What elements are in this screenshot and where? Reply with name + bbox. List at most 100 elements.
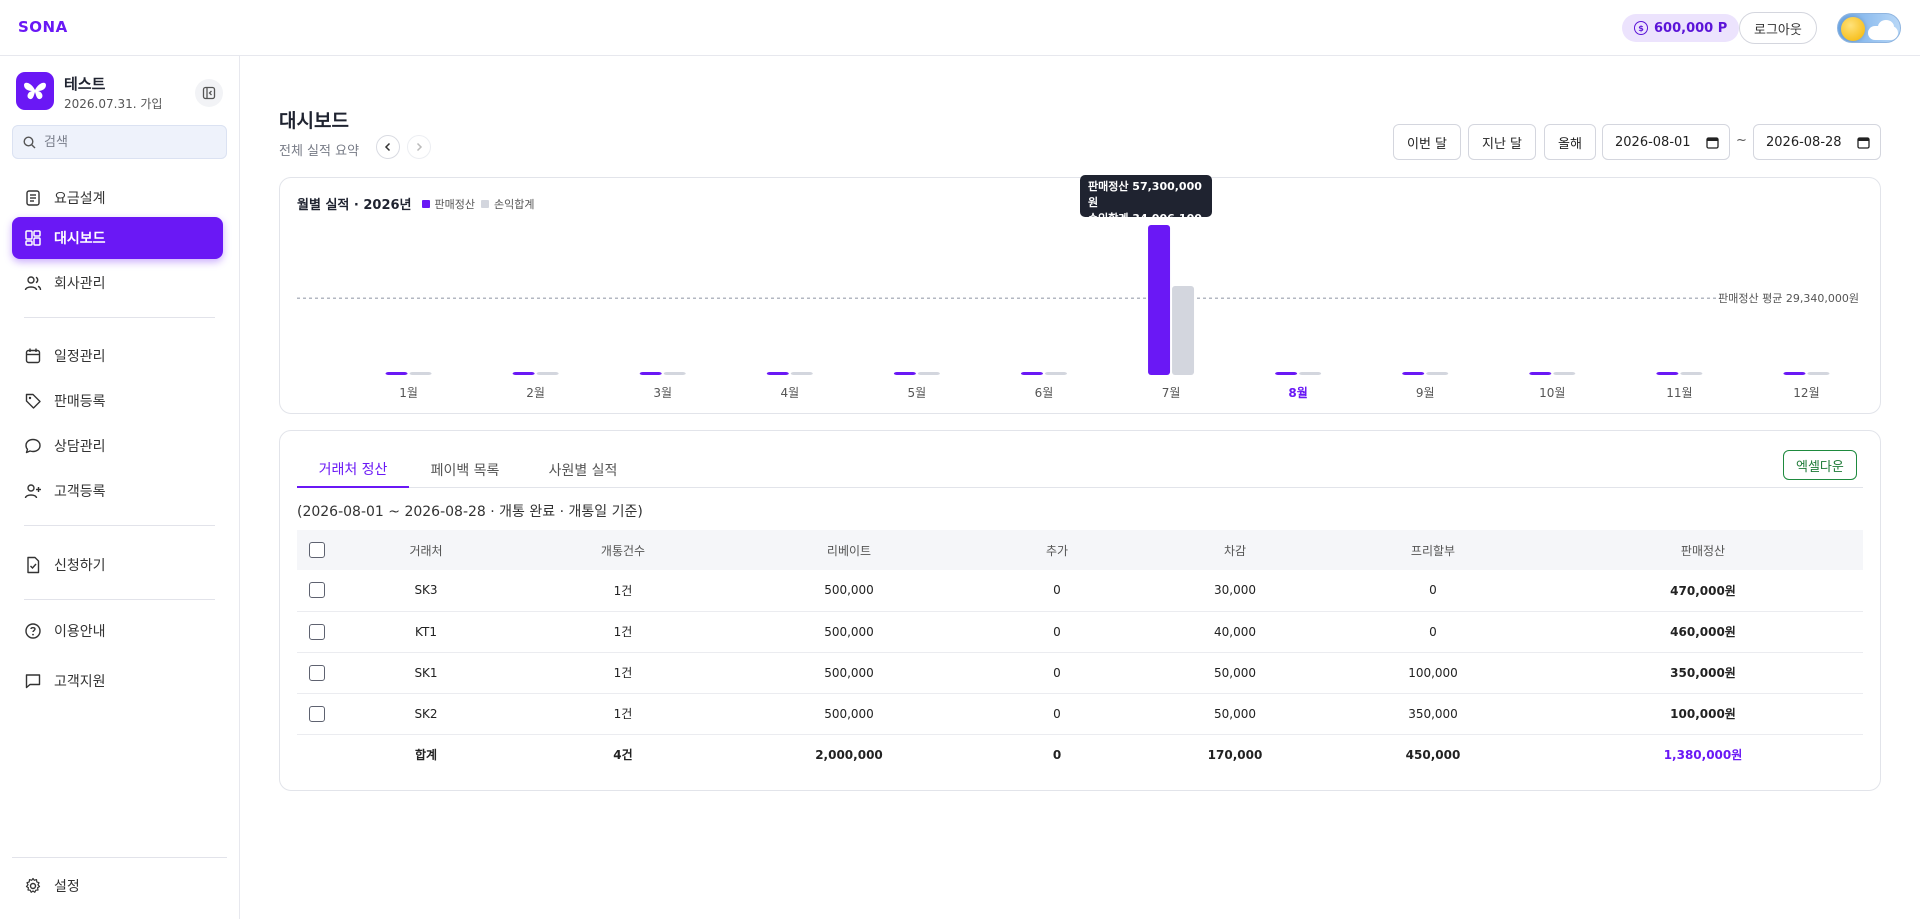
x-tick-label: 11월 <box>1666 386 1692 400</box>
sidebar-item-consult[interactable]: 상담관리 <box>12 426 223 466</box>
x-tick-label: 7월 <box>1162 386 1181 400</box>
bar-profit <box>1299 372 1322 375</box>
bar-profit <box>1044 372 1067 375</box>
sidebar-item-guide[interactable]: 이용안내 <box>12 611 223 651</box>
theme-toggle[interactable] <box>1837 13 1901 43</box>
table-row[interactable]: KT1 1건 500,000 0 40,000 0 460,000원 <box>297 611 1863 653</box>
row-checkbox[interactable] <box>309 623 325 640</box>
logout-button[interactable]: 로그아웃 <box>1739 12 1817 44</box>
total-cell: 170,000 <box>1147 733 1323 775</box>
search-icon <box>23 135 36 148</box>
tab-payback-list[interactable]: 페이백 목록 <box>409 451 521 488</box>
row-checkbox[interactable] <box>309 582 325 599</box>
table-cell: 500,000 <box>731 693 967 735</box>
x-tick-label: 2월 <box>526 386 545 400</box>
table-cell: 40,000 <box>1147 611 1323 653</box>
collapse-icon <box>202 86 216 100</box>
row-checkbox[interactable] <box>309 664 325 681</box>
column-header: 거래처 <box>337 530 515 570</box>
sidebar-item-sales[interactable]: 판매등록 <box>12 381 223 421</box>
profile: 테스트 2026.07.31. 가입 <box>16 72 224 114</box>
last-month-button[interactable]: 지난 달 <box>1468 124 1537 160</box>
table-row[interactable]: SK2 1건 500,000 0 50,000 350,000 100,000원 <box>297 693 1863 735</box>
user-plus-icon <box>24 484 41 499</box>
x-tick-label: 12월 <box>1793 386 1819 400</box>
sun-icon <box>1841 17 1865 41</box>
legend-label: 판매정산 <box>434 197 475 211</box>
column-header: 차감 <box>1147 530 1323 570</box>
chart-title: 월별 실적 · 2026년 <box>297 198 412 213</box>
tooltip-line: 판매정산 57,300,000원 <box>1088 180 1202 209</box>
row-checkbox[interactable] <box>309 705 325 722</box>
this-year-button[interactable]: 올해 <box>1544 124 1596 160</box>
chart-tooltip: 판매정산 57,300,000원 손익합계 34,006,100원 <box>1080 175 1212 241</box>
table-row[interactable]: SK1 1건 500,000 0 50,000 100,000 350,000원 <box>297 652 1863 694</box>
sidebar: 테스트 2026.07.31. 가입 요금설계 대시보드 회사관리 일정관리 판… <box>0 56 240 919</box>
select-all-checkbox[interactable] <box>309 542 325 558</box>
table-cell: 30,000 <box>1147 570 1323 612</box>
bar-sales <box>1148 225 1171 375</box>
date-to-input[interactable]: 2026-08-28 <box>1753 124 1881 160</box>
tab-vendor-settlement[interactable]: 거래처 정산 <box>297 451 409 488</box>
calendar-icon[interactable] <box>1706 136 1719 149</box>
bar-profit <box>536 372 559 375</box>
search-box[interactable] <box>12 125 227 159</box>
sidebar-item-label: 회사관리 <box>54 276 106 292</box>
sidebar-item-schedule[interactable]: 일정관리 <box>12 336 223 376</box>
coin-icon: $ <box>1634 21 1648 35</box>
gear-icon <box>25 877 41 893</box>
settlement-card: 거래처 정산 페이백 목록 사원별 실적 엑셀다운 (2026-08-01 ~ … <box>279 430 1881 791</box>
column-header: 판매정산 <box>1543 530 1863 570</box>
table-cell: SK1 <box>337 652 515 694</box>
sidebar-item-company[interactable]: 회사관리 <box>12 263 223 303</box>
table-cell: 350,000 <box>1323 693 1543 735</box>
column-header: 리베이트 <box>731 530 967 570</box>
date-from-input[interactable]: 2026-08-01 <box>1602 124 1730 160</box>
table-cell: 100,000 <box>1323 652 1543 694</box>
sidebar-item-pricing[interactable]: 요금설계 <box>12 178 223 218</box>
total-cell: 2,000,000 <box>731 733 967 775</box>
legend-label: 손익합계 <box>493 197 535 211</box>
table-cell: 470,000원 <box>1543 570 1863 612</box>
prev-button[interactable] <box>376 135 400 159</box>
sidebar-item-label: 상담관리 <box>54 439 106 455</box>
x-tick-label: 5월 <box>908 386 927 400</box>
bar-profit <box>663 372 686 375</box>
table-cell: 350,000원 <box>1543 652 1863 694</box>
total-cell: 1,380,000원 <box>1543 733 1863 775</box>
search-input[interactable] <box>44 134 204 150</box>
total-cell: 합계 <box>337 733 515 775</box>
document-icon <box>26 190 40 206</box>
table-cell: 0 <box>1323 570 1543 612</box>
legend-swatch <box>421 199 430 208</box>
excel-download-button[interactable]: 엑셀다운 <box>1783 450 1857 480</box>
sidebar-item-label: 요금설계 <box>54 191 106 207</box>
bar-profit <box>1426 372 1449 375</box>
bar-sales <box>893 372 916 375</box>
sidebar-item-support[interactable]: 고객지원 <box>12 661 223 701</box>
sidebar-item-apply[interactable]: 신청하기 <box>12 545 223 585</box>
average-reference-label: 판매정산 평균 29,340,000원 <box>1718 292 1859 305</box>
sidebar-item-dashboard[interactable]: 대시보드 <box>12 217 223 259</box>
bar-sales <box>1275 372 1298 375</box>
tab-staff-performance[interactable]: 사원별 실적 <box>521 451 645 488</box>
next-button[interactable] <box>407 135 431 159</box>
this-month-button[interactable]: 이번 달 <box>1393 124 1462 160</box>
bar-sales <box>1529 372 1552 375</box>
bar-profit <box>790 372 813 375</box>
join-date: 2026.07.31. 가입 <box>64 97 163 111</box>
x-tick-label: 4월 <box>780 386 799 400</box>
table-row[interactable]: SK3 1건 500,000 0 30,000 0 470,000원 <box>297 570 1863 612</box>
points-badge[interactable]: $ 600,000 P <box>1622 14 1740 42</box>
sidebar-item-customer-register[interactable]: 고객등록 <box>12 471 223 511</box>
sidebar-item-label: 일정관리 <box>54 349 106 365</box>
x-tick-label: 3월 <box>653 386 672 400</box>
chevron-right-icon <box>416 142 423 152</box>
brand-logo[interactable]: SONA <box>18 18 68 36</box>
sidebar-item-settings[interactable]: 설정 <box>12 866 223 906</box>
sidebar-collapse-button[interactable] <box>195 79 223 107</box>
calendar-icon[interactable] <box>1857 136 1870 149</box>
help-icon <box>25 623 41 639</box>
table-cell: 1건 <box>515 693 731 735</box>
x-tick-label: 10월 <box>1539 386 1565 400</box>
